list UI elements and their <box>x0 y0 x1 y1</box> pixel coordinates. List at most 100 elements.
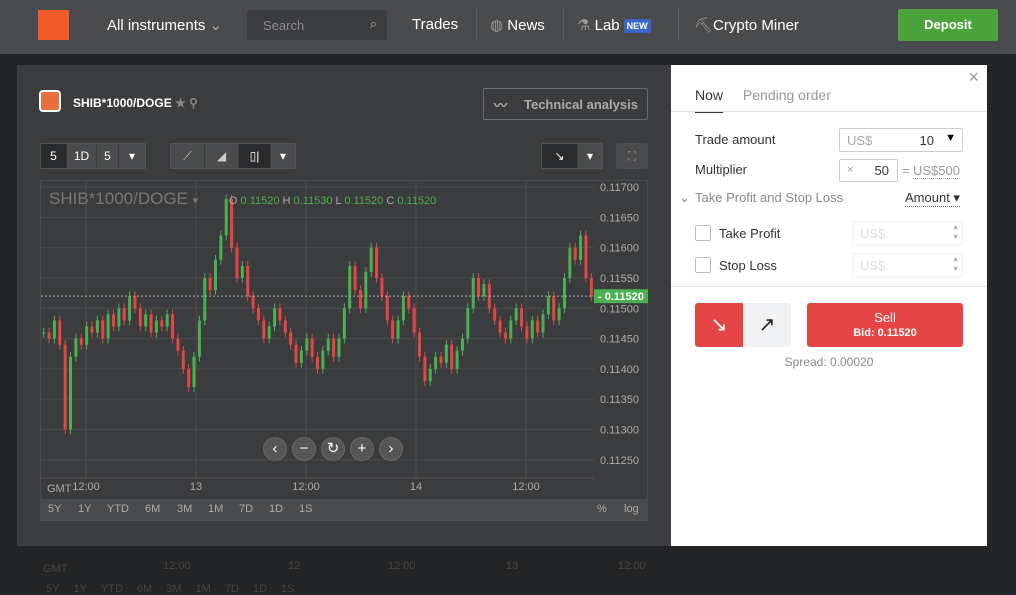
chevron-down-icon[interactable]: ▾ <box>271 144 295 168</box>
crypto-miner-link[interactable]: ⛏Crypto Miner <box>694 16 799 34</box>
percent-toggle[interactable]: % <box>597 503 607 515</box>
scroll-right-icon[interactable]: › <box>379 437 403 461</box>
candle-body <box>584 235 588 278</box>
technical-analysis-button[interactable]: 〰 Technical analysis <box>483 88 648 120</box>
range-3m[interactable]: 3M <box>177 503 192 515</box>
sell-direction-button[interactable]: ↘ <box>695 303 743 347</box>
range-6m[interactable]: 6M <box>145 503 160 515</box>
line-chart-icon[interactable]: ⟋ <box>171 144 205 168</box>
legend-symbol[interactable]: SHIB*1000/DOGE <box>49 189 188 208</box>
fullscreen-icon[interactable]: ⛶ <box>616 143 648 169</box>
candle-body <box>482 284 486 297</box>
candle-period-button[interactable]: 5 <box>41 144 67 168</box>
candle-body <box>396 320 400 339</box>
y-tick-label: 0.11550 <box>600 273 639 285</box>
candle-body <box>95 320 99 333</box>
multiplier-input[interactable]: × 50 <box>839 159 898 182</box>
scroll-left-icon[interactable]: ‹ <box>263 437 287 461</box>
reset-icon[interactable]: ↻ <box>321 437 345 461</box>
multiplier-label: Multiplier <box>695 162 748 177</box>
candle-body <box>557 308 561 321</box>
chevron-down-icon[interactable]: ⌄ <box>679 190 690 206</box>
trade-amount-input[interactable]: US$ 10 ▼ <box>839 128 963 152</box>
tpsl-toggle[interactable]: Take Profit and Stop Loss <box>695 190 843 205</box>
candle-body <box>278 308 282 321</box>
close-icon[interactable]: × <box>968 67 979 88</box>
sell-button[interactable]: Sell Bid: 0.11520 <box>807 303 963 347</box>
current-price-label: - 0.11520 <box>598 291 644 303</box>
all-instruments-dropdown[interactable]: All instruments ⌄ <box>107 16 222 34</box>
low-value: 0.11520 <box>344 195 384 207</box>
chart-nav-controls: ‹ − ↻ + › <box>263 437 403 461</box>
arrow-up-right-icon: ↗ <box>758 314 776 336</box>
candle-body <box>423 356 427 382</box>
candle-body <box>375 247 379 278</box>
candle-body <box>439 356 443 363</box>
timeframe-button[interactable]: 1D <box>67 144 97 168</box>
candle-body <box>122 308 126 321</box>
candle-body <box>498 320 502 333</box>
candle-body <box>466 308 470 339</box>
lab-link[interactable]: ⚗ Lab NEW <box>577 16 651 34</box>
stepper-icon[interactable]: ▲ ▼ <box>952 255 959 275</box>
search-icon[interactable]: ⚲ <box>189 96 198 110</box>
arrow-down-right-icon[interactable]: ↘ <box>542 144 578 168</box>
area-chart-icon[interactable]: ◢ <box>205 144 239 168</box>
candle-body <box>283 320 287 333</box>
price-chart[interactable]: 0.11700 0.11650 0.11600 0.11550 0.11500 0.114… <box>40 180 648 521</box>
bg-tick: 13 <box>506 560 519 572</box>
logo[interactable] <box>38 10 69 40</box>
candle-body <box>530 320 534 339</box>
deposit-button[interactable]: Deposit <box>898 9 998 41</box>
interval-button[interactable]: 5 <box>97 144 119 168</box>
tab-pending-order[interactable]: Pending order <box>743 87 831 103</box>
symbol-label: SHIB*1000/DOGE <box>73 96 172 110</box>
x-tick-label: 13 <box>190 481 202 493</box>
bg-range: 5Y <box>46 583 60 595</box>
news-link[interactable]: ◍ News <box>490 16 545 34</box>
stepper-icon[interactable]: ▲ ▼ <box>952 223 959 243</box>
search-input[interactable]: Search ⌕ <box>247 10 387 40</box>
range-7d[interactable]: 7D <box>239 503 253 515</box>
range-1s[interactable]: 1S <box>299 503 312 515</box>
star-icon[interactable]: ★ <box>175 96 186 110</box>
currency-label: US$ <box>847 133 873 148</box>
chevron-down-icon[interactable]: ▾ <box>578 144 602 168</box>
pickaxe-icon: ⛏ <box>694 17 714 34</box>
zoom-in-icon[interactable]: + <box>350 437 374 461</box>
range-1y[interactable]: 1Y <box>78 503 91 515</box>
candle-body <box>552 296 556 321</box>
range-1m[interactable]: 1M <box>208 503 223 515</box>
log-toggle[interactable]: log <box>624 503 639 515</box>
candle-body <box>364 271 368 309</box>
buy-direction-button[interactable]: ↗ <box>743 303 791 347</box>
tab-now[interactable]: Now <box>695 87 724 113</box>
y-tick-label: 0.11650 <box>600 212 639 224</box>
stop-loss-input[interactable]: US$ ▲ ▼ <box>852 253 963 277</box>
candle-body <box>128 296 132 321</box>
take-profit-checkbox[interactable] <box>695 225 711 241</box>
candle-body <box>434 356 438 369</box>
bid-price: Bid: 0.11520 <box>853 327 917 339</box>
range-ytd[interactable]: YTD <box>107 503 129 515</box>
tpsl-mode-dropdown[interactable]: Amount ▾ <box>905 190 960 207</box>
candle-body <box>579 235 583 260</box>
range-5y[interactable]: 5Y <box>48 503 61 515</box>
candle-body <box>154 320 158 333</box>
take-profit-input[interactable]: US$ ▲ ▼ <box>852 221 963 245</box>
candle-body <box>299 350 303 363</box>
chevron-down-icon[interactable]: ▾ <box>119 144 145 168</box>
trades-link[interactable]: Trades <box>412 16 458 33</box>
chevron-down-icon[interactable]: ▾ <box>193 195 199 207</box>
x-tick-label: 12:00 <box>292 481 320 493</box>
candle-body <box>568 247 572 278</box>
stop-loss-checkbox[interactable] <box>695 257 711 273</box>
zoom-out-icon[interactable]: − <box>292 437 316 461</box>
range-1d[interactable]: 1D <box>269 503 283 515</box>
candle-body <box>240 265 244 278</box>
candle-body <box>165 314 169 327</box>
chevron-down-icon[interactable]: ▼ <box>945 132 956 144</box>
candlestick-icon[interactable]: ▯| <box>239 144 271 168</box>
bg-range: 7D <box>224 583 239 595</box>
candle-body <box>251 296 255 309</box>
